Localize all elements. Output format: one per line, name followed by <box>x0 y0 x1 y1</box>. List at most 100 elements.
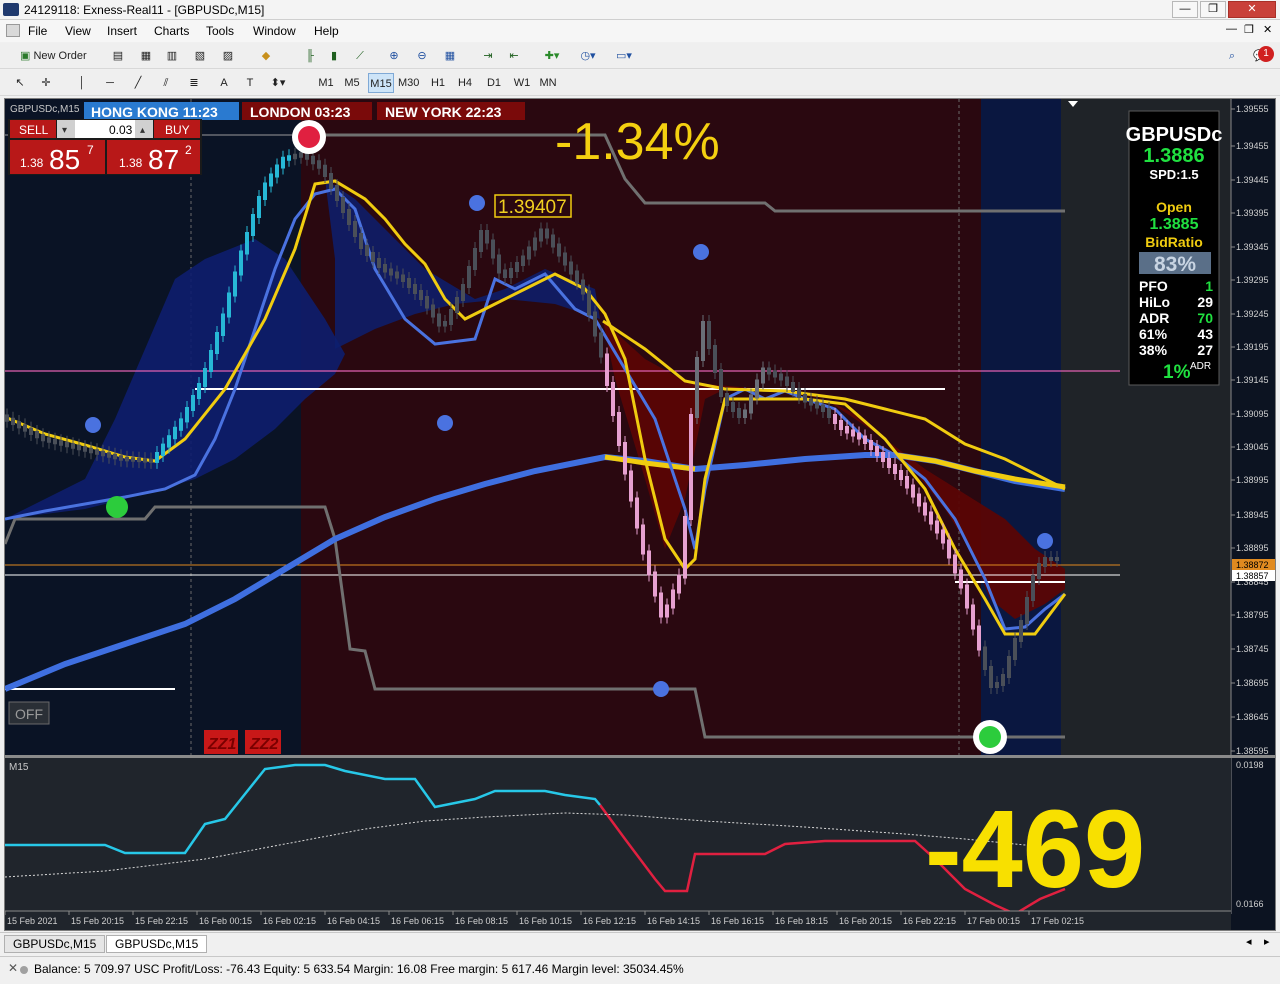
candle-body <box>65 441 69 448</box>
vertical-line-icon[interactable]: │ <box>72 73 92 93</box>
menu-help[interactable]: Help <box>314 24 339 38</box>
menu-charts[interactable]: Charts <box>154 24 189 38</box>
tf-h1[interactable]: H1 <box>428 73 448 93</box>
candle-body <box>923 502 927 516</box>
crosshair-icon[interactable]: ✛ <box>36 73 56 93</box>
candle-body <box>1025 597 1029 624</box>
subwindow-separator[interactable] <box>5 755 1275 758</box>
autoscroll-icon[interactable]: ⇥ <box>478 46 498 66</box>
cursor-icon[interactable]: ↖ <box>10 73 30 93</box>
price-chart[interactable]: 1.39407 -1.34% ZZ1 ZZ2 OFF GBPUSDc,M15 H… <box>5 99 1275 930</box>
candle-body <box>935 520 939 534</box>
menu-tools[interactable]: Tools <box>206 24 234 38</box>
child-close-button[interactable]: ✕ <box>1263 23 1272 36</box>
channel-icon[interactable]: ⫽ <box>156 73 176 93</box>
sub-axis-top: 0.0198 <box>1236 760 1264 770</box>
candle-body <box>107 452 111 458</box>
candle-body <box>755 379 759 399</box>
tf-w1[interactable]: W1 <box>512 73 532 93</box>
expert-advisors-icon[interactable]: ◆ <box>256 46 276 66</box>
candle-body <box>695 357 699 418</box>
chart-window-icon[interactable] <box>6 24 20 37</box>
time-axis-label: 15 Feb 22:15 <box>135 916 188 926</box>
tf-m5[interactable]: M5 <box>342 73 362 93</box>
templates-icon[interactable]: ▭▾ <box>614 46 634 66</box>
child-restore-button[interactable]: ❐ <box>1244 23 1254 36</box>
terminal-icon[interactable]: ▨ <box>218 46 238 66</box>
sub-big-value: -469 <box>925 788 1145 911</box>
zoom-out-icon[interactable]: ⊖ <box>412 46 432 66</box>
bar-chart-icon[interactable]: ╟ <box>300 46 320 66</box>
tf-d1[interactable]: D1 <box>484 73 504 93</box>
chart-window[interactable]: 1.39407 -1.34% ZZ1 ZZ2 OFF GBPUSDc,M15 H… <box>4 98 1276 931</box>
profiles-icon[interactable]: ▦ <box>136 46 156 66</box>
off-button-label: OFF <box>15 706 43 722</box>
zoom-in-icon[interactable]: ⊕ <box>384 46 404 66</box>
new-chart-icon[interactable]: ▤ <box>108 46 128 66</box>
tf-m1[interactable]: M1 <box>316 73 336 93</box>
candle-body <box>341 197 345 213</box>
candle-body <box>155 452 159 463</box>
candle-body <box>167 435 171 448</box>
menu-insert[interactable]: Insert <box>107 24 137 38</box>
tf-m30[interactable]: M30 <box>398 73 419 93</box>
candle-body <box>515 262 519 272</box>
candle-body <box>809 398 813 406</box>
candle-body <box>191 395 195 411</box>
menu-file[interactable]: File <box>28 24 47 38</box>
chart-tab-1[interactable]: GBPUSDc,M15 <box>4 935 106 953</box>
candlestick-icon[interactable]: ▮ <box>324 46 344 66</box>
candle-body <box>251 214 255 236</box>
swing-marker <box>693 244 709 260</box>
candle-body <box>95 449 99 455</box>
price-axis-label: 1.39555 <box>1236 104 1269 114</box>
tab-scroll-left-icon[interactable]: ◂ <box>1246 935 1252 948</box>
candle-body <box>707 321 711 349</box>
menu-window[interactable]: Window <box>253 24 296 38</box>
candle-body <box>299 152 303 158</box>
close-button[interactable]: ✕ <box>1228 1 1276 18</box>
text-label-icon[interactable]: T <box>240 73 260 93</box>
tf-mn[interactable]: MN <box>538 73 558 93</box>
indicators-icon[interactable]: ✚▾ <box>542 46 562 66</box>
panel-bidratio-value: 83% <box>1154 253 1196 276</box>
candle-body <box>947 539 951 559</box>
candle-body <box>713 345 717 373</box>
market-watch-icon[interactable]: ▥ <box>162 46 182 66</box>
arrows-icon[interactable]: ⬍▾ <box>268 73 288 93</box>
price-axis[interactable] <box>1231 99 1275 755</box>
line-chart-icon[interactable]: ⟋ <box>350 46 370 66</box>
text-icon[interactable]: A <box>214 73 234 93</box>
chart-tab-2[interactable]: GBPUSDc,M15 <box>106 935 208 953</box>
candle-body <box>215 332 219 354</box>
candle-body <box>293 153 297 160</box>
fibonacci-icon[interactable]: ≣ <box>184 73 204 93</box>
candle-body <box>17 421 21 429</box>
candle-body <box>893 464 897 474</box>
candle-body <box>41 434 45 442</box>
minimize-button[interactable]: — <box>1172 1 1198 18</box>
tf-h4[interactable]: H4 <box>455 73 475 93</box>
price-axis-label: 1.39395 <box>1236 208 1269 218</box>
candle-body <box>485 230 489 244</box>
candle-body <box>623 442 627 475</box>
trendline-icon[interactable]: ╱ <box>128 73 148 93</box>
restore-button[interactable]: ❐ <box>1200 1 1226 18</box>
candle-body <box>1007 656 1011 678</box>
child-minimize-button[interactable]: — <box>1226 23 1237 35</box>
candle-body <box>797 388 801 398</box>
candle-body <box>1031 575 1035 601</box>
candle-body <box>269 173 273 187</box>
tf-m15[interactable]: M15 <box>368 73 394 93</box>
status-icon[interactable]: ✕ <box>8 961 18 975</box>
navigator-icon[interactable]: ▧ <box>190 46 210 66</box>
chart-shift-icon[interactable]: ⇤ <box>504 46 524 66</box>
tile-windows-icon[interactable]: ▦ <box>440 46 460 66</box>
horizontal-line-icon[interactable]: ─ <box>100 73 120 93</box>
periods-icon[interactable]: ◷▾ <box>578 46 598 66</box>
menu-view[interactable]: View <box>65 24 91 38</box>
search-icon[interactable]: ⌕ <box>1222 46 1242 66</box>
candle-body <box>173 426 177 440</box>
new-order-button[interactable]: ▣ New Order <box>20 46 100 66</box>
tab-scroll-right-icon[interactable]: ▸ <box>1264 935 1270 948</box>
